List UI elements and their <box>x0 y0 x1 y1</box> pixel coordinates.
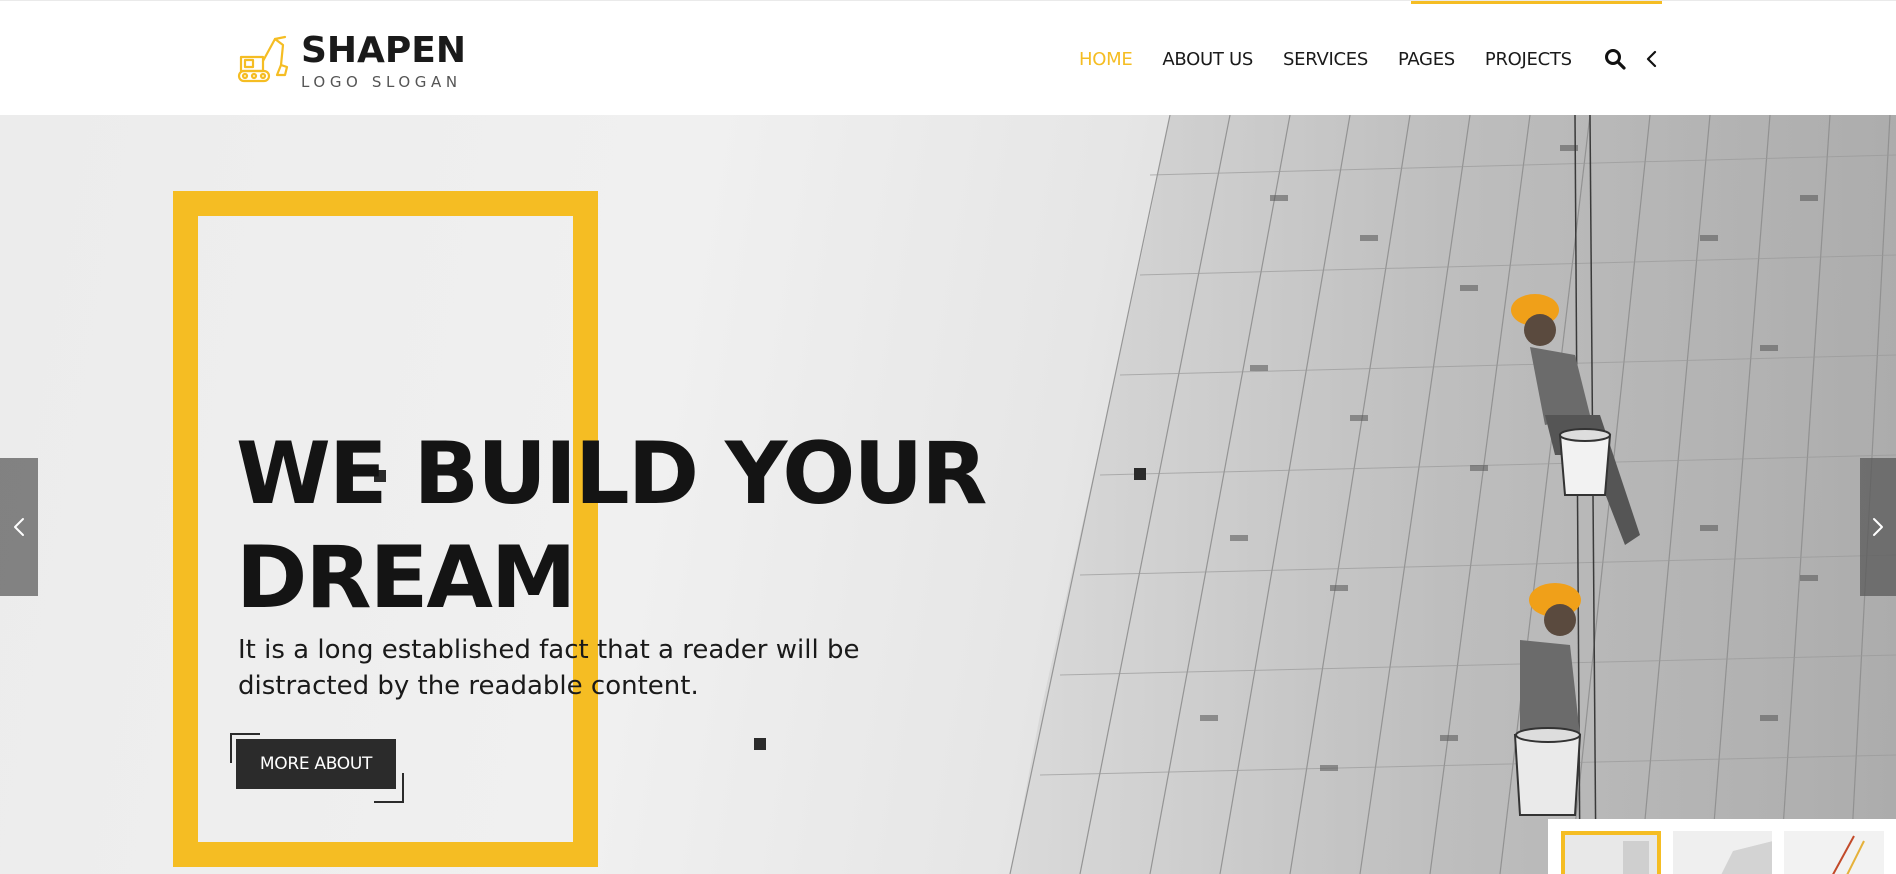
header-accent-bar <box>1411 1 1662 4</box>
hero-title: WE BUILD YOUR DREAM <box>236 422 996 630</box>
thumbnail-image <box>1672 831 1773 874</box>
nav-item-projects[interactable]: PROJECTS <box>1485 49 1572 70</box>
brand-name: SHAPEN <box>301 29 467 71</box>
hero-description: It is a long established fact that a rea… <box>238 635 860 701</box>
slider-thumbnail-3[interactable] <box>1784 831 1884 874</box>
hero-title-line1: WE BUILD YOUR <box>236 424 987 524</box>
hero-title-line2: DREAM <box>236 528 577 628</box>
thumbnail-image <box>1784 831 1884 874</box>
slider-next-button[interactable] <box>1860 458 1896 596</box>
search-icon <box>1605 49 1626 70</box>
header-actions <box>1602 46 1662 72</box>
chevron-right-icon <box>1873 518 1883 536</box>
slider-thumbnails <box>1548 819 1896 874</box>
decor-square <box>1134 468 1146 480</box>
decor-square <box>754 738 766 750</box>
nav-item-about-us[interactable]: ABOUT US <box>1162 49 1253 70</box>
slider-prev-button[interactable] <box>0 458 38 596</box>
chevron-left-icon <box>14 518 24 536</box>
site-header: SHAPEN LOGO SLOGAN HOME ABOUT US SERVICE… <box>0 0 1896 115</box>
nav-item-services[interactable]: SERVICES <box>1283 49 1368 70</box>
logo[interactable]: SHAPEN LOGO SLOGAN <box>235 29 466 93</box>
excavator-icon <box>237 35 289 83</box>
more-about-button[interactable]: MORE ABOUT <box>236 739 396 789</box>
thumbnail-image <box>1565 835 1657 874</box>
more-about-cta: MORE ABOUT <box>230 733 404 803</box>
brand-slogan: LOGO SLOGAN <box>301 72 462 91</box>
slider-thumbnail-2[interactable] <box>1672 831 1773 874</box>
menu-toggle-button[interactable] <box>1640 46 1662 72</box>
chevron-left-icon <box>1646 50 1657 68</box>
main-nav: HOME ABOUT US SERVICES PAGES PROJECTS <box>1079 45 1602 73</box>
hero-slider: WE BUILD YOUR DREAM It is a long establi… <box>0 115 1896 874</box>
nav-item-pages[interactable]: PAGES <box>1398 49 1455 70</box>
slider-thumbnail-1[interactable] <box>1561 831 1661 874</box>
nav-item-home[interactable]: HOME <box>1079 49 1133 70</box>
search-button[interactable] <box>1602 46 1628 72</box>
